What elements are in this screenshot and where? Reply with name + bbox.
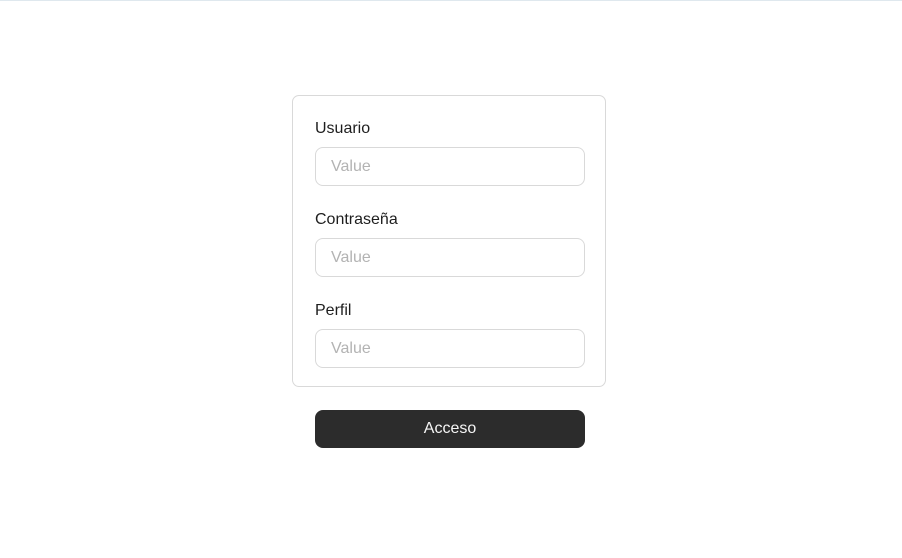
top-divider (0, 0, 902, 1)
login-button[interactable]: Acceso (315, 410, 585, 448)
profile-input[interactable] (315, 329, 585, 368)
username-input[interactable] (315, 147, 585, 186)
password-input[interactable] (315, 238, 585, 277)
username-label: Usuario (315, 120, 371, 137)
password-label: Contraseña (315, 211, 398, 228)
profile-label: Perfil (315, 302, 352, 319)
